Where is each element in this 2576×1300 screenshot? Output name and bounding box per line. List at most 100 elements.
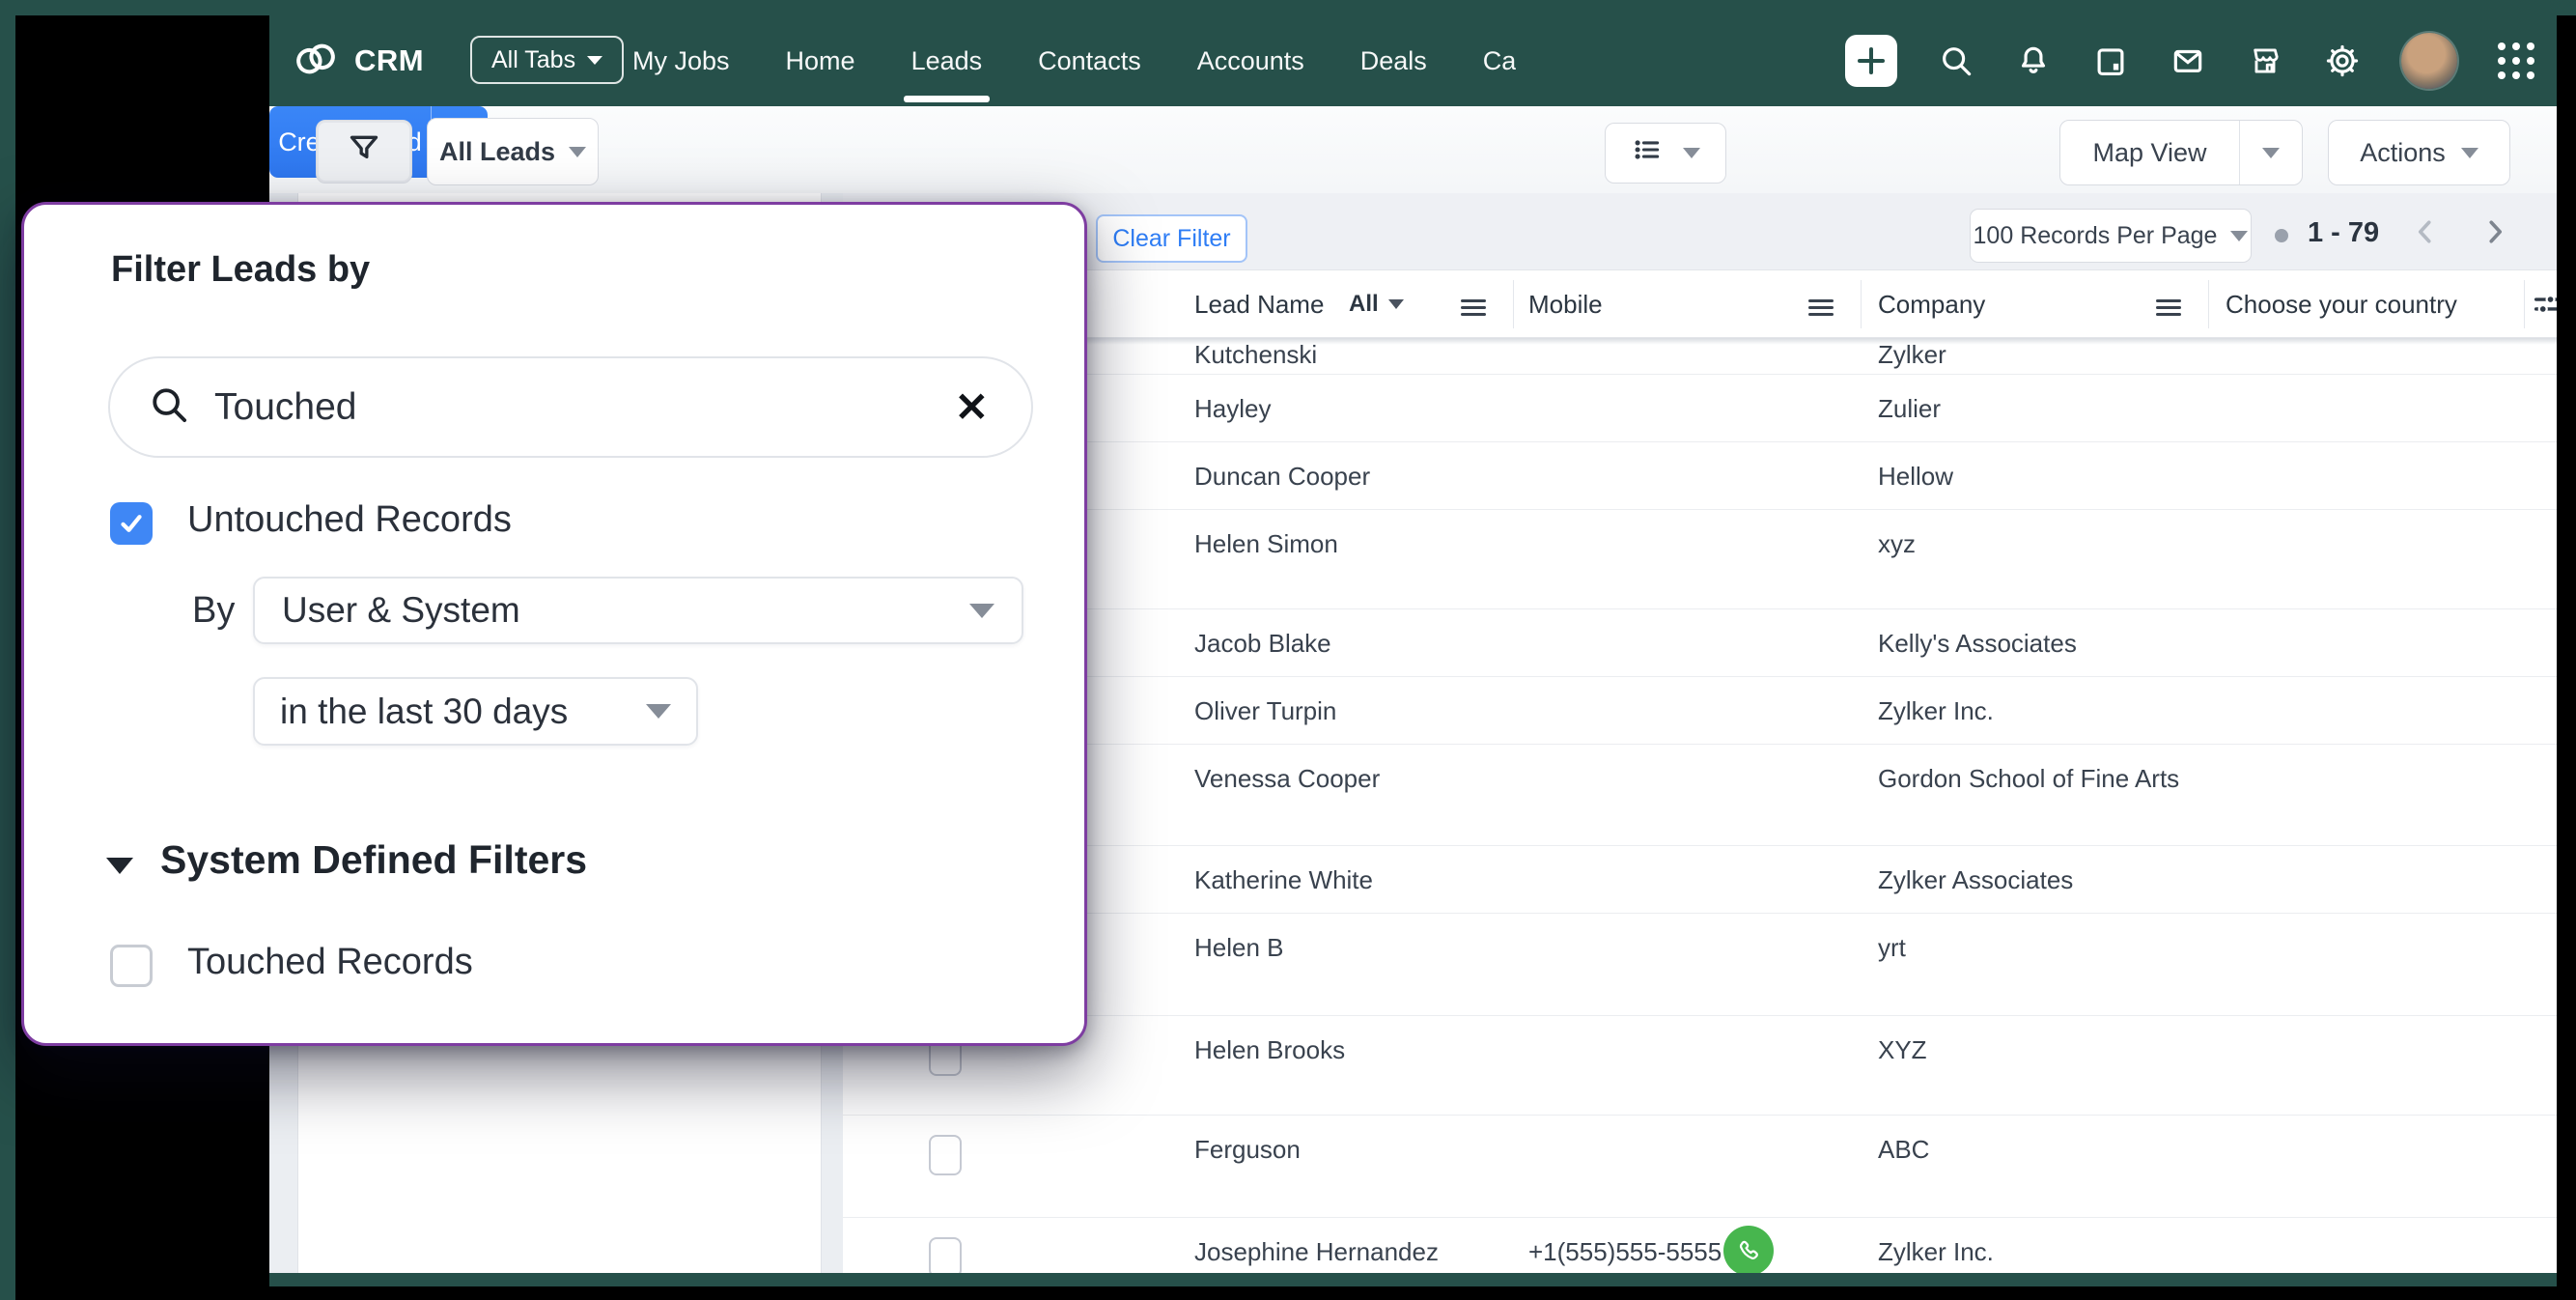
touched-records-checkbox[interactable]: [110, 945, 153, 987]
lead-name-cell[interactable]: Jacob Blake: [1194, 629, 1331, 659]
lead-name-cell[interactable]: Oliver Turpin: [1194, 696, 1336, 726]
map-view-button[interactable]: Map View: [2060, 138, 2239, 168]
list-view-selector[interactable]: [1605, 123, 1726, 184]
company-cell[interactable]: yrt: [1878, 933, 1906, 963]
table-row[interactable]: Duncan Cooper Hellow: [843, 442, 2557, 510]
table-row[interactable]: Venessa Cooper Gordon School of Fine Arts: [843, 745, 2557, 846]
untouched-records-checkbox[interactable]: [110, 502, 153, 545]
company-cell[interactable]: Zylker Inc.: [1878, 1237, 1994, 1267]
all-tabs-label: All Tabs: [491, 45, 576, 73]
table-row[interactable]: Helen B yrt: [843, 914, 2557, 1016]
by-select-value: User & System: [282, 590, 520, 630]
table-row[interactable]: Oliver Turpin Zylker Inc.: [843, 677, 2557, 745]
tab-my-jobs[interactable]: My Jobs: [632, 15, 730, 106]
actions-dropdown[interactable]: Actions: [2328, 120, 2510, 185]
leads-table: Clear Filter 100 Records Per Page 1 - 79…: [843, 193, 2557, 1273]
table-row[interactable]: Kutchenski Zylker: [843, 338, 2557, 375]
lead-name-cell[interactable]: Ferguson: [1194, 1135, 1301, 1165]
clear-search-icon[interactable]: ✕: [955, 386, 989, 428]
records-per-page-dropdown[interactable]: 100 Records Per Page: [1970, 209, 2252, 263]
bell-icon[interactable]: [2015, 42, 2052, 79]
column-company[interactable]: Company: [1878, 270, 1985, 338]
time-range-select[interactable]: in the last 30 days: [253, 677, 698, 746]
popup-title: Filter Leads by: [111, 249, 371, 290]
view-selector-dropdown[interactable]: All Leads: [427, 118, 599, 185]
company-cell[interactable]: Zylker Inc.: [1878, 696, 1994, 726]
table-row[interactable]: Helen Simon xyz: [843, 510, 2557, 609]
company-cell[interactable]: xyz: [1878, 529, 1916, 559]
touched-records-label[interactable]: Touched Records: [187, 942, 473, 983]
lead-name-filter-dropdown[interactable]: All: [1349, 270, 1404, 338]
mail-icon[interactable]: [2170, 42, 2206, 79]
table-row[interactable]: Katherine White Zylker Associates: [843, 846, 2557, 914]
previous-page-button[interactable]: [2408, 214, 2443, 249]
clear-filter-button[interactable]: Clear Filter: [1096, 214, 1247, 263]
tab-deals[interactable]: Deals: [1360, 15, 1427, 106]
lead-name-cell[interactable]: Katherine White: [1194, 865, 1373, 895]
search-icon[interactable]: [1938, 42, 1974, 79]
lead-name-cell[interactable]: Josephine Hernandez: [1194, 1237, 1439, 1267]
filter-search-input[interactable]: Touched ✕: [108, 356, 1033, 458]
apps-grid-icon[interactable]: [2498, 42, 2534, 79]
company-cell[interactable]: Zylker: [1878, 340, 1946, 370]
untouched-records-label[interactable]: Untouched Records: [187, 499, 512, 541]
mobile-cell[interactable]: +1(555)555-5555: [1528, 1237, 1722, 1267]
company-cell[interactable]: Zylker Associates: [1878, 865, 2073, 895]
collapse-triangle-icon[interactable]: [106, 858, 133, 874]
lead-name-cell[interactable]: Kutchenski: [1194, 340, 1317, 370]
user-avatar[interactable]: [2401, 33, 2457, 89]
manage-columns-button[interactable]: [2531, 270, 2557, 338]
column-divider: [1513, 280, 1514, 328]
tab-contacts[interactable]: Contacts: [1038, 15, 1141, 106]
tab-ca[interactable]: Ca: [1483, 15, 1517, 106]
column-menu-icon[interactable]: [1461, 299, 1486, 302]
row-checkbox[interactable]: [929, 1237, 962, 1273]
lead-name-cell[interactable]: Helen Simon: [1194, 529, 1338, 559]
company-cell[interactable]: Hellow: [1878, 462, 1953, 492]
top-navbar: CRM All Tabs My Jobs Home Leads Contacts Acc…: [269, 15, 2557, 106]
calendar-icon[interactable]: [2092, 42, 2129, 79]
chevron-down-icon: [2460, 147, 2478, 158]
system-defined-filters-title: System Defined Filters: [160, 837, 588, 882]
marketplace-icon[interactable]: [2247, 42, 2283, 79]
table-row[interactable]: Hayley Zulier: [843, 375, 2557, 442]
lead-name-cell[interactable]: Helen Brooks: [1194, 1035, 1345, 1065]
company-cell[interactable]: Gordon School of Fine Arts: [1878, 764, 2179, 794]
table-row[interactable]: Helen Brooks XYZ: [843, 1016, 2557, 1116]
company-cell[interactable]: Kelly's Associates: [1878, 629, 2077, 659]
search-input-value: Touched: [214, 385, 357, 428]
lead-name-cell[interactable]: Helen B: [1194, 933, 1284, 963]
column-country[interactable]: Choose your country: [2226, 270, 2457, 338]
call-button[interactable]: [1723, 1226, 1774, 1273]
row-checkbox[interactable]: [929, 1135, 962, 1175]
column-mobile[interactable]: Mobile: [1528, 270, 1603, 338]
column-menu-icon[interactable]: [2156, 299, 2181, 302]
quick-create-button[interactable]: [1845, 35, 1897, 87]
brand[interactable]: CRM: [291, 15, 424, 106]
table-row[interactable]: Ferguson ABC: [843, 1116, 2557, 1218]
company-cell[interactable]: ABC: [1878, 1135, 1929, 1165]
tab-leads[interactable]: Leads: [903, 15, 990, 106]
column-lead-name[interactable]: Lead Name: [1194, 270, 1324, 338]
next-page-button[interactable]: [2478, 214, 2512, 249]
all-tabs-dropdown[interactable]: All Tabs: [470, 36, 625, 84]
tab-home[interactable]: Home: [786, 15, 855, 106]
table-row[interactable]: Josephine Hernandez +1(555)555-5555 Zylker…: [843, 1218, 2557, 1273]
map-view-dropdown[interactable]: [2239, 121, 2302, 184]
navbar-icons: [1845, 15, 2534, 106]
check-icon: [121, 515, 142, 532]
funnel-icon: [345, 129, 383, 175]
by-select[interactable]: User & System: [253, 577, 1023, 644]
column-menu-icon[interactable]: [1808, 299, 1834, 302]
lead-name-cell[interactable]: Venessa Cooper: [1194, 764, 1380, 794]
company-cell[interactable]: Zulier: [1878, 394, 1941, 424]
gear-icon[interactable]: [2324, 42, 2361, 79]
filter-toggle-button[interactable]: [316, 120, 412, 184]
tab-accounts[interactable]: Accounts: [1197, 15, 1304, 106]
company-cell[interactable]: XYZ: [1878, 1035, 1927, 1065]
lead-name-cell[interactable]: Hayley: [1194, 394, 1271, 424]
lead-name-cell[interactable]: Duncan Cooper: [1194, 462, 1370, 492]
table-row[interactable]: Jacob Blake Kelly's Associates: [843, 609, 2557, 677]
map-view-label: Map View: [2092, 137, 2207, 167]
chevron-down-icon: [1683, 148, 1700, 158]
